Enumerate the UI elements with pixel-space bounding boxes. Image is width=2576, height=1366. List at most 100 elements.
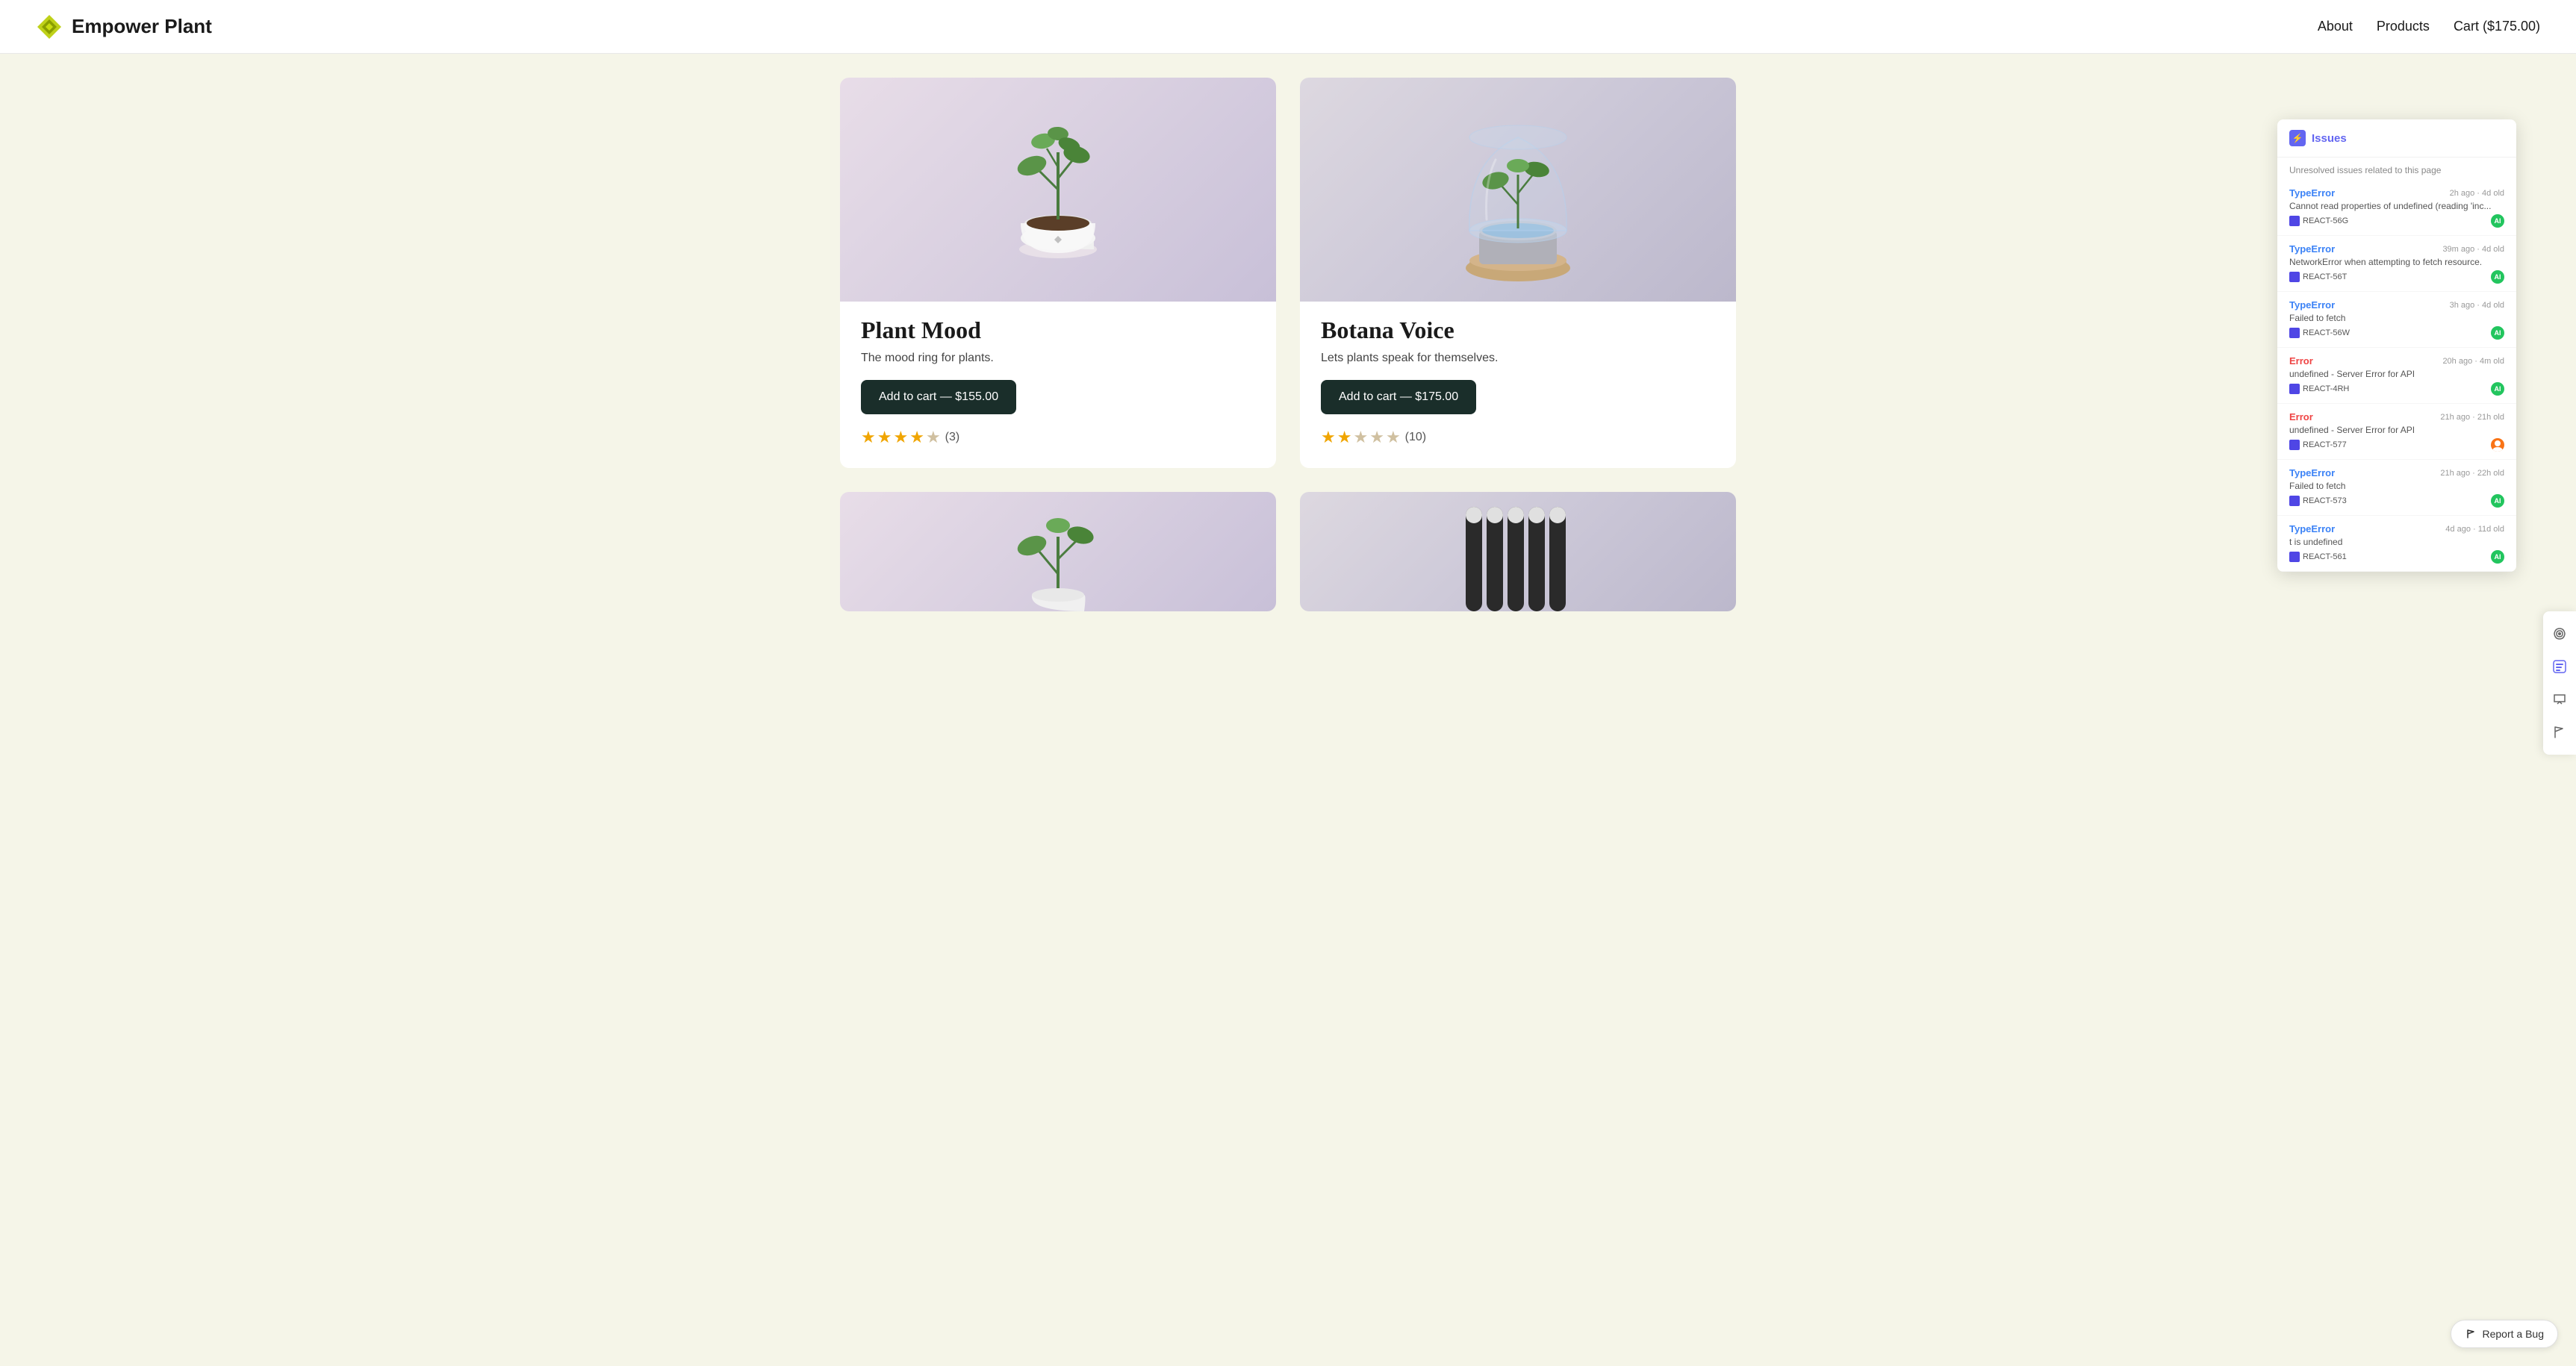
- issues-panel-toggle-btn[interactable]: [2543, 650, 2576, 683]
- add-to-cart-botana-voice[interactable]: Add to cart — $175.00: [1321, 380, 1476, 414]
- product-image-partial-left: [840, 492, 1276, 611]
- issue-tag-icon-3: [2289, 384, 2300, 394]
- report-bug-icon: [2465, 1328, 2477, 1340]
- report-bug-button[interactable]: Report a Bug: [2451, 1320, 2559, 1348]
- issue-row-top-0: TypeError 2h ago · 4d old: [2289, 187, 2504, 199]
- issue-message-1: NetworkError when attempting to fetch re…: [2289, 257, 2504, 267]
- issue-row-bottom-0: REACT-56G AI: [2289, 214, 2504, 228]
- issue-tag-label-6: REACT-561: [2303, 552, 2347, 561]
- report-bug-label: Report a Bug: [2483, 1328, 2545, 1340]
- issue-tag-label-1: REACT-56T: [2303, 272, 2347, 281]
- nav-cart[interactable]: Cart ($175.00): [2454, 19, 2540, 34]
- product-image-partial-right: [1300, 492, 1736, 611]
- issue-row-top-6: TypeError 4d ago · 11d old: [2289, 523, 2504, 534]
- issue-item-1[interactable]: TypeError 39m ago · 4d old NetworkError …: [2277, 236, 2516, 292]
- issue-tag-5: REACT-573: [2289, 496, 2347, 506]
- issue-time-3: 20h ago · 4m old: [2442, 357, 2504, 366]
- issue-row-bottom-5: REACT-573 AI: [2289, 494, 2504, 508]
- star-1: ★: [1321, 428, 1336, 447]
- issue-time-5: 21h ago · 22h old: [2440, 469, 2504, 478]
- issue-row-bottom-4: REACT-577: [2289, 438, 2504, 452]
- issues-panel-subtitle: Unresolved issues related to this page: [2277, 158, 2516, 180]
- issues-icon: ⚡: [2289, 130, 2306, 146]
- issue-avatar-1: AI: [2491, 270, 2504, 284]
- right-sidebar: [2543, 611, 2576, 755]
- issue-row-top-2: TypeError 3h ago · 4d old: [2289, 299, 2504, 311]
- issues-panel-title: Issues: [2312, 132, 2347, 145]
- issue-avatar-0: AI: [2491, 214, 2504, 228]
- issue-item-6[interactable]: TypeError 4d ago · 11d old t is undefine…: [2277, 516, 2516, 572]
- issue-tag-2: REACT-56W: [2289, 328, 2350, 338]
- issue-type-4: Error: [2289, 411, 2313, 422]
- issue-time-4: 21h ago · 21h old: [2440, 413, 2504, 422]
- main-content: Plant Mood The mood ring for plants. Add…: [0, 54, 2576, 635]
- product-info-botana-voice: Botana Voice Lets plants speak for thems…: [1300, 302, 1736, 447]
- issue-item-0[interactable]: TypeError 2h ago · 4d old Cannot read pr…: [2277, 180, 2516, 236]
- issue-tag-icon-0: [2289, 216, 2300, 226]
- issue-tag-0: REACT-56G: [2289, 216, 2348, 226]
- logo[interactable]: Empower Plant: [36, 13, 212, 40]
- add-to-cart-plant-mood[interactable]: Add to cart — $155.00: [861, 380, 1016, 414]
- issue-item-2[interactable]: TypeError 3h ago · 4d old Failed to fetc…: [2277, 292, 2516, 348]
- nav-about[interactable]: About: [2318, 19, 2353, 34]
- issue-tag-icon-6: [2289, 552, 2300, 562]
- issue-item-4[interactable]: Error 21h ago · 21h old undefined - Serv…: [2277, 404, 2516, 460]
- issue-message-2: Failed to fetch: [2289, 313, 2504, 323]
- star-2: ★: [877, 428, 892, 447]
- issue-message-4: undefined - Server Error for API: [2289, 425, 2504, 435]
- product-card-plant-mood: Plant Mood The mood ring for plants. Add…: [840, 78, 1276, 468]
- issue-avatar-5: AI: [2491, 494, 2504, 508]
- broadcast-icon: [2552, 626, 2567, 641]
- issue-avatar-2: AI: [2491, 326, 2504, 340]
- issue-row-top-3: Error 20h ago · 4m old: [2289, 355, 2504, 367]
- issue-item-3[interactable]: Error 20h ago · 4m old undefined - Serve…: [2277, 348, 2516, 404]
- nav-products[interactable]: Products: [2377, 19, 2430, 34]
- issue-tag-1: REACT-56T: [2289, 272, 2347, 282]
- product-image-botana-voice: [1300, 78, 1736, 302]
- issue-message-6: t is undefined: [2289, 537, 2504, 547]
- botana-voice-illustration: [1436, 85, 1600, 294]
- issue-type-5: TypeError: [2289, 467, 2335, 478]
- stars-plant-mood: ★ ★ ★ ★ ★: [861, 428, 941, 447]
- logo-text: Empower Plant: [72, 15, 212, 38]
- star-4: ★: [909, 428, 924, 447]
- issue-tag-3: REACT-4RH: [2289, 384, 2349, 394]
- star-4: ★: [1369, 428, 1384, 447]
- issue-tag-icon-5: [2289, 496, 2300, 506]
- issue-type-3: Error: [2289, 355, 2313, 367]
- product-name-plant-mood: Plant Mood: [861, 316, 1255, 344]
- star-1: ★: [861, 428, 876, 447]
- issue-row-bottom-6: REACT-561 AI: [2289, 550, 2504, 564]
- issue-time-0: 2h ago · 4d old: [2450, 189, 2504, 198]
- issue-tag-label-5: REACT-573: [2303, 496, 2347, 505]
- issues-panel-icon: [2552, 659, 2567, 674]
- issue-time-1: 39m ago · 4d old: [2442, 245, 2504, 254]
- flag-icon-btn[interactable]: [2543, 716, 2576, 749]
- product-card-partial-left: [840, 492, 1276, 611]
- issue-row-bottom-1: REACT-56T AI: [2289, 270, 2504, 284]
- product-image-plant-mood: [840, 78, 1276, 302]
- rating-plant-mood: ★ ★ ★ ★ ★ (3): [861, 428, 1255, 447]
- issue-tag-icon-1: [2289, 272, 2300, 282]
- issue-message-0: Cannot read properties of undefined (rea…: [2289, 201, 2504, 211]
- issue-tag-4: REACT-577: [2289, 440, 2347, 450]
- issue-row-top-1: TypeError 39m ago · 4d old: [2289, 243, 2504, 255]
- sticks-illustration: [1443, 492, 1593, 611]
- rating-botana-voice: ★ ★ ★ ★ ★ (10): [1321, 428, 1715, 447]
- feedback-icon-btn[interactable]: [2543, 683, 2576, 716]
- issue-row-top-4: Error 21h ago · 21h old: [2289, 411, 2504, 422]
- star-5: ★: [1386, 428, 1401, 447]
- stars-botana-voice: ★ ★ ★ ★ ★: [1321, 428, 1401, 447]
- star-3: ★: [1353, 428, 1368, 447]
- issue-tag-label-4: REACT-577: [2303, 440, 2347, 449]
- logo-diamond-icon: [36, 13, 63, 40]
- rating-count-plant-mood: (3): [945, 431, 960, 444]
- issue-message-5: Failed to fetch: [2289, 481, 2504, 491]
- issue-item-5[interactable]: TypeError 21h ago · 22h old Failed to fe…: [2277, 460, 2516, 516]
- issue-type-0: TypeError: [2289, 187, 2335, 199]
- issue-row-bottom-2: REACT-56W AI: [2289, 326, 2504, 340]
- broadcast-icon-btn[interactable]: [2543, 617, 2576, 650]
- plant-mood-illustration: [983, 93, 1133, 287]
- product-grid: Plant Mood The mood ring for plants. Add…: [840, 78, 1736, 611]
- site-header: Empower Plant About Products Cart ($175.…: [0, 0, 2576, 54]
